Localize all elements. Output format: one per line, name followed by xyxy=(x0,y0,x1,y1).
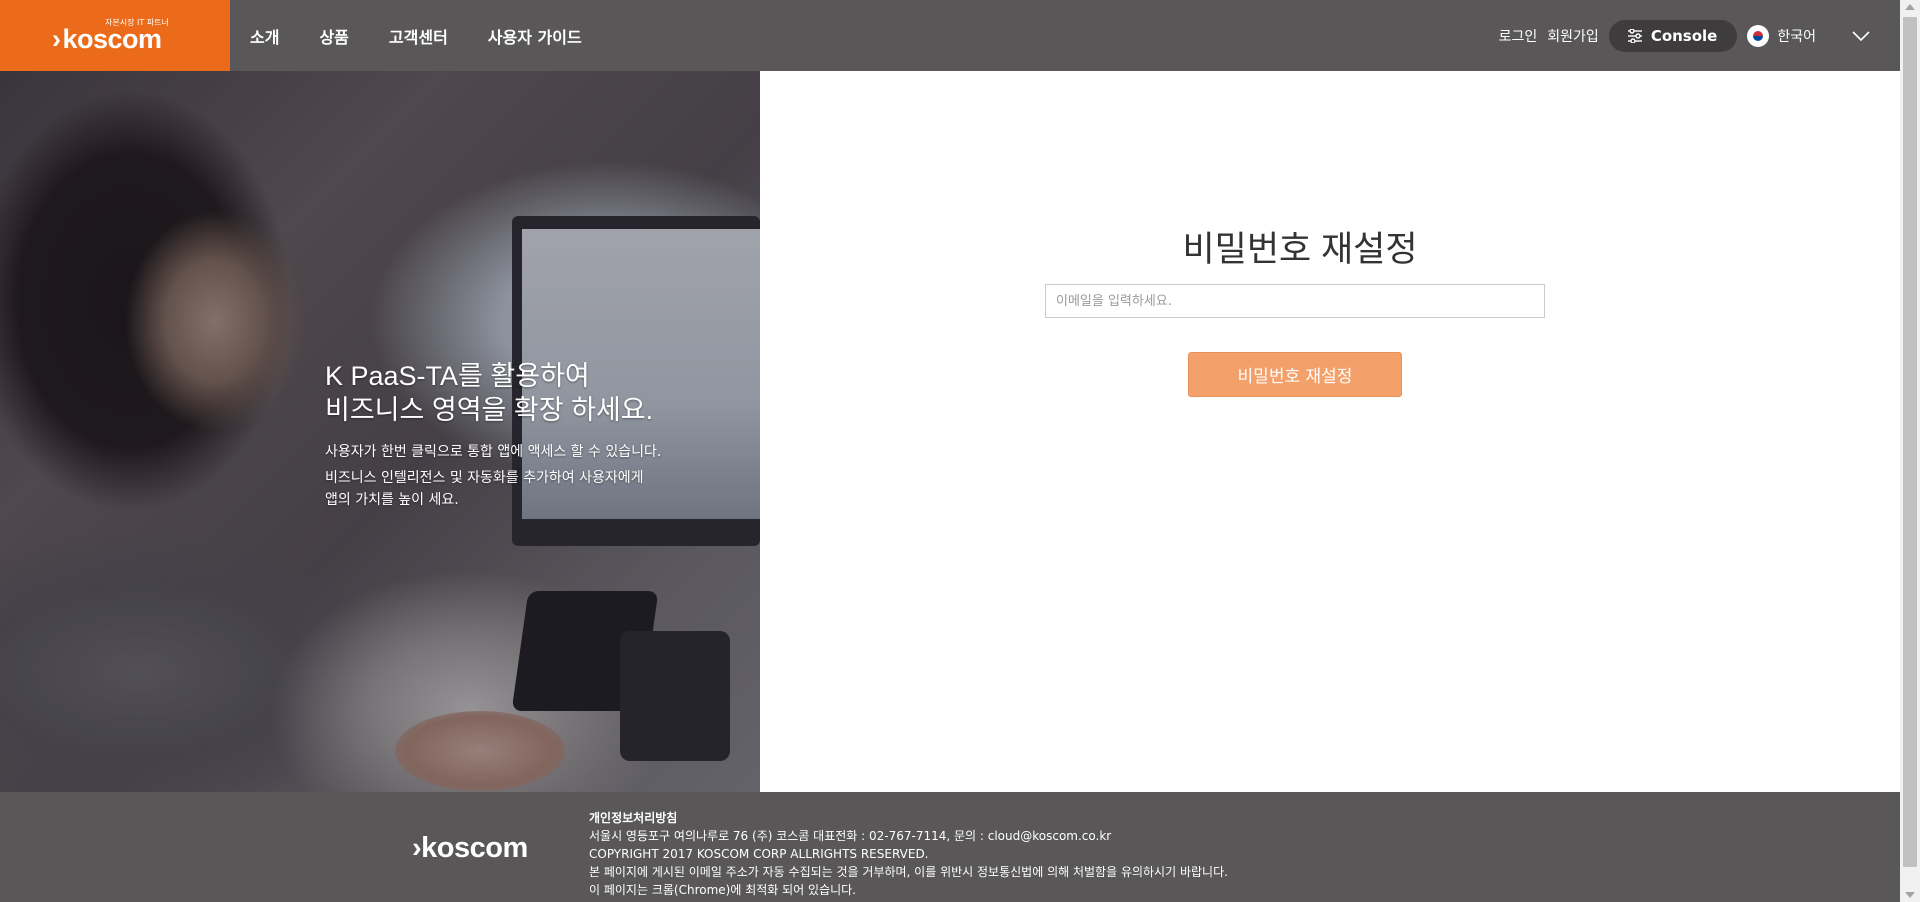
hero-overlay xyxy=(0,71,760,792)
language-selector[interactable]: 한국어 xyxy=(1747,24,1816,47)
koscom-logo[interactable]: 자본시장 IT 파트너 ›koscom xyxy=(0,0,230,71)
console-label: Console xyxy=(1650,26,1718,45)
top-header: 자본시장 IT 파트너 ›koscom 소개 상품 고객센터 사용자 가이드 로… xyxy=(0,0,1900,71)
password-reset-panel: 비밀번호 재설정 비밀번호 재설정 xyxy=(760,71,1900,792)
reset-password-button[interactable]: 비밀번호 재설정 xyxy=(1188,352,1402,397)
scroll-up-arrow-icon[interactable] xyxy=(1905,4,1915,10)
nav-item-intro[interactable]: 소개 xyxy=(250,24,279,48)
logo-chevron-icon: › xyxy=(52,24,61,54)
hero-banner: K PaaS-TA를 활용하여 비즈니스 영역을 확장 하세요. 사용자가 한번… xyxy=(0,71,760,792)
footer-logo: ›koscom xyxy=(412,832,528,865)
header-actions: 로그인 회원가입 Console 한국어 xyxy=(1499,0,1900,71)
login-link[interactable]: 로그인 xyxy=(1499,26,1538,46)
main-nav: 소개 상품 고객센터 사용자 가이드 xyxy=(250,0,622,71)
scrollbar-thumb[interactable] xyxy=(1903,17,1917,867)
logo-wordmark: ›koscom xyxy=(52,24,162,55)
chevron-down-icon[interactable] xyxy=(1852,30,1870,41)
nav-item-user-guide[interactable]: 사용자 가이드 xyxy=(488,24,582,48)
footer-info: 개인정보처리방침 서울시 영등포구 여의나루로 76 (주) 코스콤 대표전화 … xyxy=(589,809,1228,899)
page-title: 비밀번호 재설정 xyxy=(1182,230,1418,269)
hero-title: K PaaS-TA를 활용하여 비즈니스 영역을 확장 하세요. xyxy=(325,359,653,427)
language-label: 한국어 xyxy=(1777,28,1816,45)
footer: ›koscom 개인정보처리방침 서울시 영등포구 여의나루로 76 (주) 코… xyxy=(0,792,1900,902)
footer-logo-name: koscom xyxy=(421,832,528,864)
footer-notice: 본 페이지에 게시된 이메일 주소가 자동 수집되는 것을 거부하며, 이를 위… xyxy=(589,865,1228,879)
privacy-policy-link[interactable]: 개인정보처리방침 xyxy=(589,809,1228,827)
footer-logo-chevron-icon: › xyxy=(412,832,422,864)
page-scrollbar[interactable] xyxy=(1900,0,1920,902)
korea-flag-icon xyxy=(1747,24,1770,47)
scroll-down-arrow-icon[interactable] xyxy=(1905,892,1915,898)
footer-address: 서울시 영등포구 여의나루로 76 (주) 코스콤 대표전화 : 02-767-… xyxy=(589,829,1112,843)
hero-title-line1: K PaaS-TA를 활용하여 xyxy=(325,361,590,391)
hero-title-line2: 비즈니스 영역을 확장 하세요. xyxy=(325,395,654,425)
hero-desc-line1: 사용자가 한번 클릭으로 통합 앱에 액세스 할 수 있습니다. xyxy=(325,444,662,460)
footer-copyright: COPYRIGHT 2017 KOSCOM CORP ALLRIGHTS RES… xyxy=(589,847,929,861)
settings-sliders-icon xyxy=(1627,28,1642,43)
nav-item-support[interactable]: 고객센터 xyxy=(389,24,448,48)
hero-description: 사용자가 한번 클릭으로 통합 앱에 액세스 할 수 있습니다. 비즈니스 인텔… xyxy=(325,439,661,513)
email-field[interactable] xyxy=(1045,284,1545,318)
footer-browser-note: 이 페이지는 크롬(Chrome)에 최적화 되어 있습니다. xyxy=(589,883,856,897)
nav-item-products[interactable]: 상품 xyxy=(319,24,348,48)
console-button[interactable]: Console xyxy=(1608,19,1738,52)
signup-link[interactable]: 회원가입 xyxy=(1547,26,1599,46)
logo-name: koscom xyxy=(62,24,163,54)
